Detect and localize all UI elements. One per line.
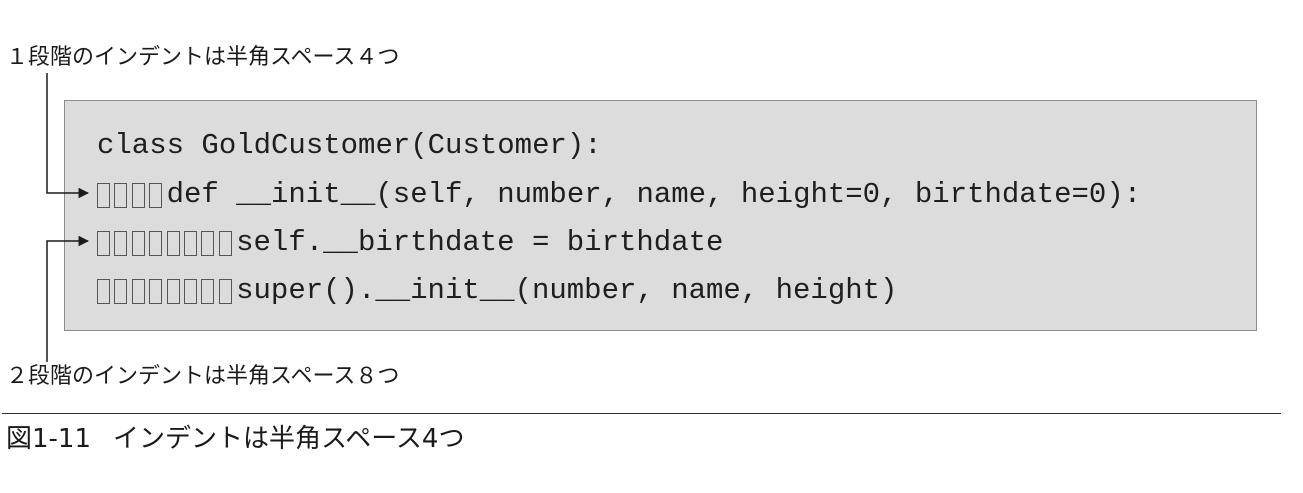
- annotation-two-level-indent: ２段階のインデントは半角スペース８つ: [6, 364, 400, 389]
- space-mark: [183, 230, 197, 256]
- space-mark: [114, 182, 128, 208]
- space-mark: [114, 230, 128, 256]
- code-line-class-definition: class GoldCustomer(Customer):: [97, 126, 602, 166]
- space-mark: [218, 278, 232, 304]
- space-mark: [131, 182, 145, 208]
- code-text: class GoldCustomer(Customer):: [97, 129, 602, 162]
- code-text: def __init__(self, number, name, height=…: [166, 178, 1142, 211]
- indent-space-marks: [97, 223, 236, 263]
- code-block: class GoldCustomer(Customer): def __init…: [64, 100, 1257, 331]
- code-text: super().__init__(number, name, height): [236, 274, 898, 307]
- code-text: self.__birthdate = birthdate: [236, 226, 724, 259]
- space-mark: [131, 230, 145, 256]
- space-mark: [201, 278, 215, 304]
- code-line-super-init-call: super().__init__(number, name, height): [97, 271, 897, 311]
- indent-space-marks: [97, 175, 167, 215]
- caption-divider: [2, 413, 1281, 414]
- code-line-birthdate-assignment: self.__birthdate = birthdate: [97, 223, 723, 263]
- figure-caption: 図1-11 インデントは半角スペース4つ: [6, 421, 464, 457]
- space-mark: [166, 230, 180, 256]
- space-mark: [149, 230, 163, 256]
- space-mark: [131, 278, 145, 304]
- space-mark: [114, 278, 128, 304]
- code-line-init-definition: def __init__(self, number, name, height=…: [97, 175, 1141, 215]
- figure-number: 図1-11: [6, 424, 92, 454]
- space-mark: [201, 230, 215, 256]
- annotation-one-level-indent: １段階のインデントは半角スペース４つ: [6, 45, 400, 70]
- space-mark: [97, 278, 110, 304]
- space-mark: [183, 278, 197, 304]
- space-mark: [97, 182, 110, 208]
- space-mark: [166, 278, 180, 304]
- space-mark: [149, 278, 163, 304]
- figure-caption-text: インデントは半角スペース4つ: [113, 424, 465, 454]
- space-mark: [97, 230, 110, 256]
- space-mark: [218, 230, 232, 256]
- space-mark: [149, 182, 163, 208]
- indent-space-marks: [97, 271, 236, 311]
